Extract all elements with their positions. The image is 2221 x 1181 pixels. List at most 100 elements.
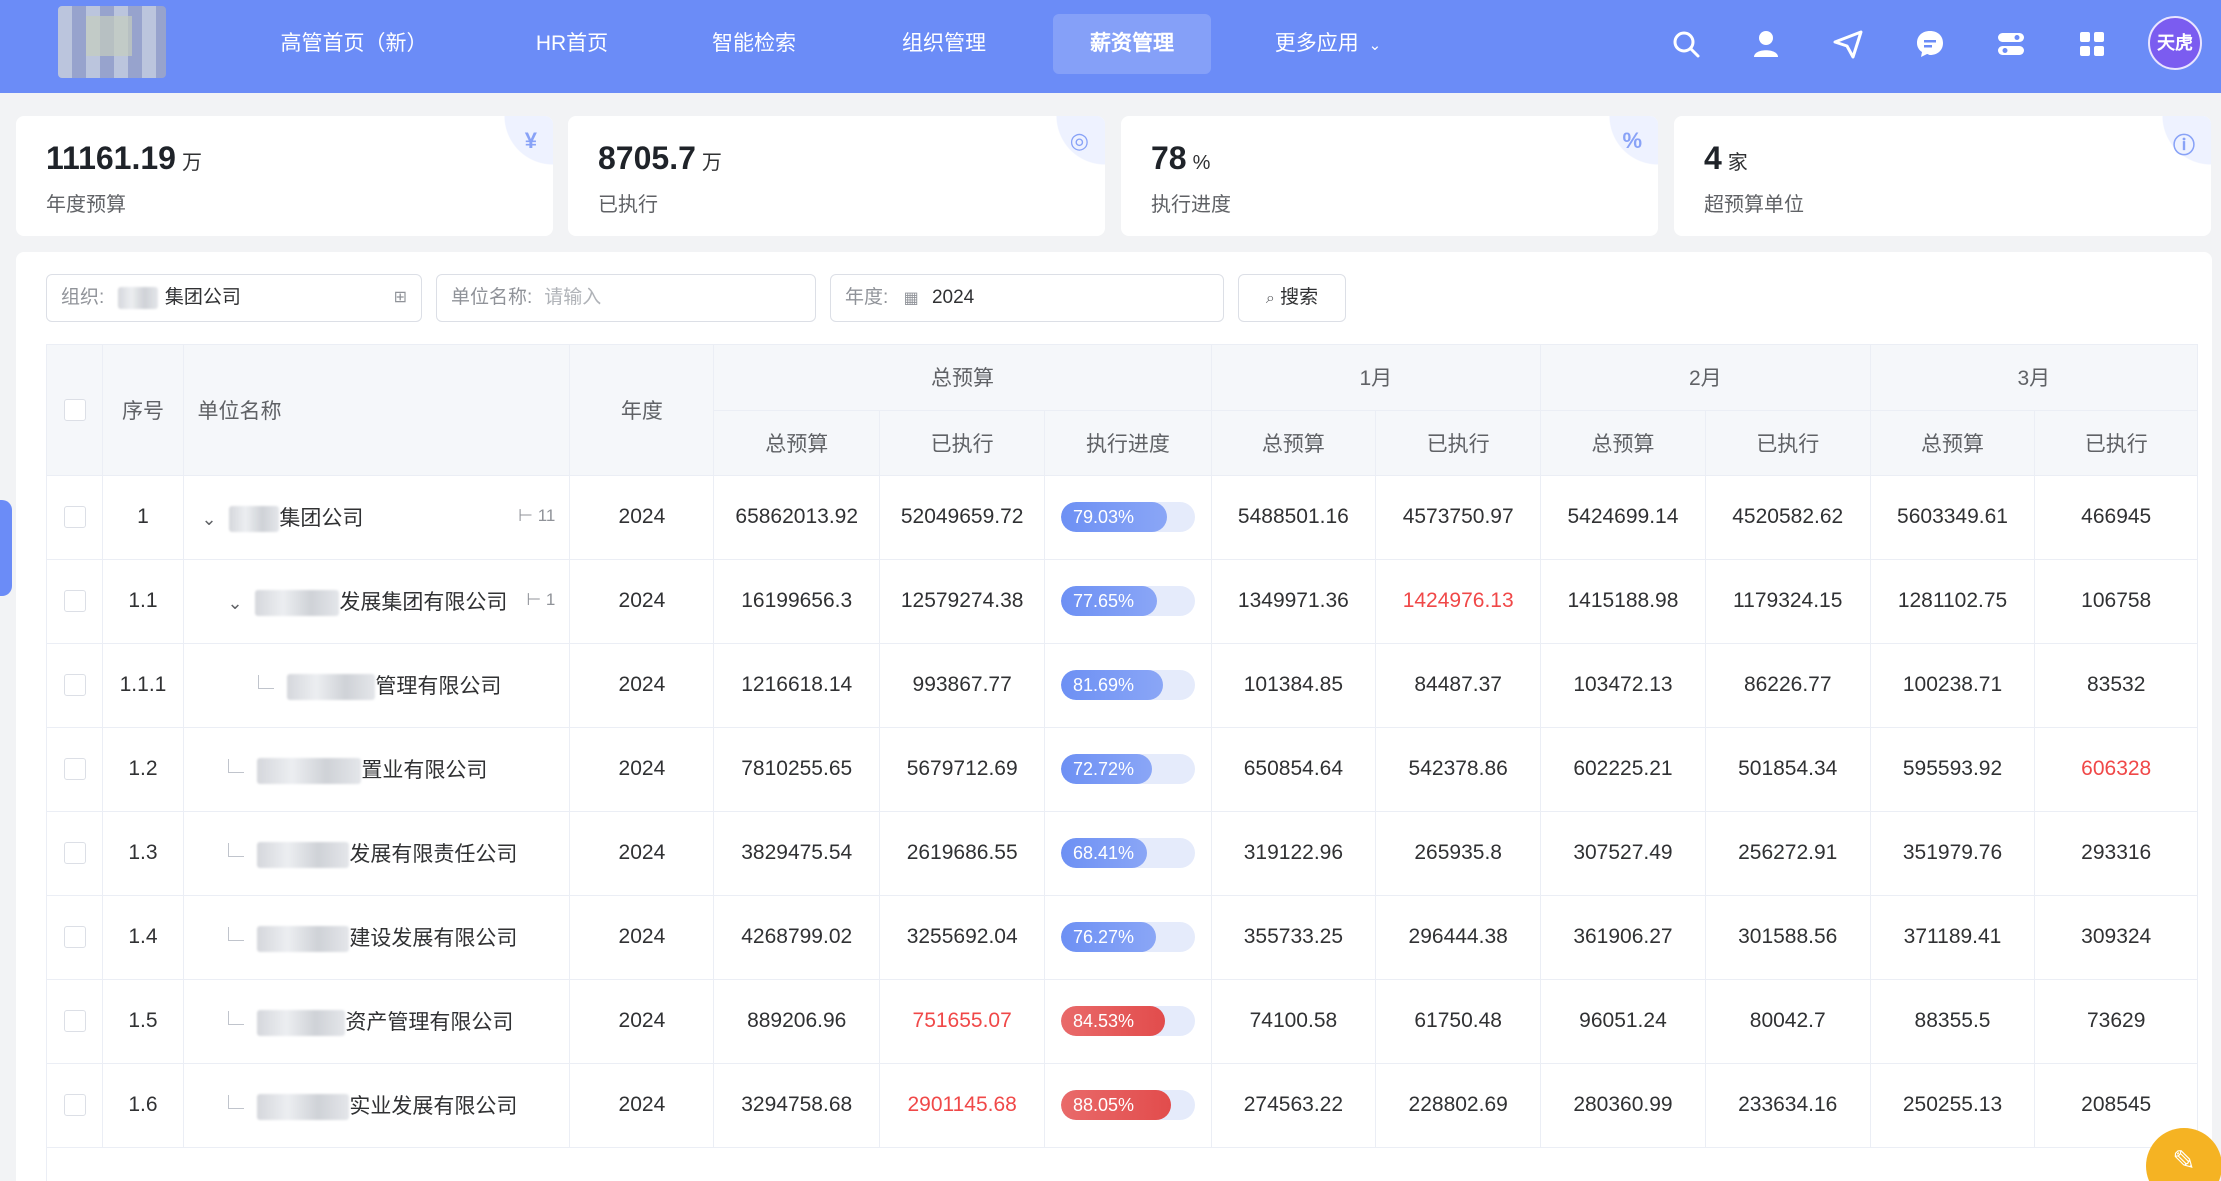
cell-mar-executed: 106758	[2034, 559, 2198, 644]
table-row[interactable]: 1.1 ⌄ 发展集团有限公司 ⊢ 1 2024 16199656.3 12579…	[47, 559, 2198, 644]
cell-year: 2024	[569, 727, 715, 812]
apps-grid-icon[interactable]	[2076, 28, 2108, 60]
search-button[interactable]: ⌕ 搜索	[1238, 274, 1346, 322]
row-checkbox[interactable]	[63, 674, 86, 697]
row-checkbox[interactable]	[63, 758, 86, 781]
cell-mar-executed: 309324	[2034, 895, 2198, 980]
unit-name-label: 单位名称:	[451, 287, 533, 308]
col-seq: 序号	[102, 345, 184, 476]
cell-jan-executed: 296444.38	[1375, 895, 1542, 980]
chat-icon[interactable]	[1914, 28, 1946, 60]
col-jan-executed: 已执行	[1375, 410, 1542, 476]
cell-feb-budget: 5424699.14	[1540, 475, 1706, 560]
search-icon[interactable]	[1670, 28, 1702, 60]
chevron-down-icon[interactable]: ⌄	[202, 509, 224, 530]
stat-value: 4	[1704, 140, 1722, 176]
cell-jan-executed: 61750.48	[1375, 979, 1542, 1064]
stat-label: 执行进度	[1151, 194, 1231, 216]
progress-bar: 81.69%	[1060, 670, 1195, 700]
child-count: 1	[545, 589, 556, 609]
select-all-checkbox[interactable]	[63, 399, 86, 422]
cell-unit-name: ⌄ 集团公司 ⊢ 11	[183, 475, 571, 560]
cell-executed: 2619686.55	[879, 811, 1046, 896]
cell-jan-budget: 355733.25	[1211, 895, 1377, 980]
row-checkbox[interactable]	[63, 926, 86, 949]
table-row[interactable]: 1 ⌄ 集团公司 ⊢ 11 2024 65862013.92 52049659.…	[47, 475, 2198, 560]
col-group-total: 总预算	[713, 345, 1212, 411]
row-checkbox[interactable]	[63, 590, 86, 613]
progress-bar: 79.03%	[1060, 502, 1195, 532]
col-total-budget: 总预算	[713, 410, 880, 476]
progress-text: 84.53%	[1072, 1011, 1134, 1031]
unit-name-field[interactable]: 单位名称: 请输入	[436, 274, 816, 322]
cell-feb-budget: 96051.24	[1540, 979, 1706, 1064]
progress-text: 76.27%	[1072, 927, 1134, 947]
col-group-jan: 1月	[1211, 345, 1542, 411]
progress-bar: 84.53%	[1060, 1006, 1195, 1036]
unit-name-text: 发展有限责任公司	[349, 842, 518, 866]
progress-text: 79.03%	[1072, 507, 1134, 527]
cell-feb-executed: 1179324.15	[1705, 559, 1871, 644]
cell-seq: 1.4	[102, 895, 184, 980]
stat-card-progress: 78% 执行进度 %	[1121, 116, 1658, 236]
side-drawer-handle[interactable]	[0, 500, 12, 596]
stat-unit: %	[1192, 152, 1211, 174]
stat-value: 8705.7	[598, 140, 696, 176]
top-navbar: 高管首页（新） HR首页 智能检索 组织管理 薪资管理 更多应用 ⌄ 天虎	[0, 0, 2221, 93]
table-row[interactable]: 1.3 发展有限责任公司 2024 3829475.54 2619686.55 …	[47, 811, 2198, 896]
user-icon[interactable]	[1750, 28, 1782, 60]
progress-text: 68.41%	[1072, 843, 1134, 863]
toggle-settings-icon[interactable]	[1995, 28, 2027, 60]
stat-value: 78	[1151, 140, 1187, 176]
cell-feb-budget: 307527.49	[1540, 811, 1706, 896]
progress-bar: 76.27%	[1060, 922, 1195, 952]
row-checkbox[interactable]	[63, 842, 86, 865]
tree-branch-line	[227, 927, 244, 942]
chevron-down-icon[interactable]: ⌄	[228, 593, 250, 614]
cell-jan-budget: 1349971.36	[1211, 559, 1377, 644]
org-tree-icon: ⊞	[393, 289, 407, 306]
col-group-mar: 3月	[1870, 345, 2198, 411]
cell-mar-budget: 88355.5	[1870, 979, 2036, 1064]
unit-name-placeholder: 请输入	[544, 287, 602, 308]
row-checkbox[interactable]	[63, 1010, 86, 1033]
nav-hr-home[interactable]: HR首页	[520, 14, 624, 74]
table-row[interactable]: 1.6 实业发展有限公司 2024 3294758.68 2901145.68 …	[47, 1063, 2198, 1148]
cell-mar-budget: 1281102.75	[1870, 559, 2036, 644]
tree-branch-line	[257, 675, 274, 690]
row-checkbox[interactable]	[63, 1094, 86, 1117]
percent-icon: %	[1622, 128, 1642, 153]
table-row[interactable]: 1.5 资产管理有限公司 2024 889206.96 751655.07 84…	[47, 979, 2198, 1064]
col-jan-budget: 总预算	[1211, 410, 1377, 476]
nav-smart-search[interactable]: 智能检索	[694, 14, 814, 74]
cell-jan-executed: 542378.86	[1375, 727, 1542, 812]
chevron-down-icon: ⌄	[1368, 37, 1382, 54]
nav-more-apps[interactable]: 更多应用 ⌄	[1268, 14, 1388, 74]
select-all-header	[47, 345, 104, 476]
company-logo[interactable]	[58, 6, 166, 78]
table-row[interactable]: 1.2 置业有限公司 2024 7810255.65 5679712.69 72…	[47, 727, 2198, 812]
table-row[interactable]: 1.4 建设发展有限公司 2024 4268799.02 3255692.04 …	[47, 895, 2198, 980]
nav-exec-home[interactable]: 高管首页（新）	[270, 14, 438, 74]
cell-feb-budget: 1415188.98	[1540, 559, 1706, 644]
nav-org-management[interactable]: 组织管理	[884, 14, 1004, 74]
cell-jan-executed: 228802.69	[1375, 1063, 1542, 1148]
cell-mar-budget: 371189.41	[1870, 895, 2036, 980]
cell-mar-executed: 466945	[2034, 475, 2198, 560]
nav-payroll-management[interactable]: 薪资管理	[1053, 14, 1211, 74]
cell-jan-executed: 84487.37	[1375, 643, 1542, 728]
org-select[interactable]: 组织: 集团公司 ⊞	[46, 274, 422, 322]
progress-bar: 68.41%	[1060, 838, 1195, 868]
cell-feb-executed: 233634.16	[1705, 1063, 1871, 1148]
send-icon[interactable]	[1832, 28, 1864, 60]
col-progress: 执行进度	[1044, 410, 1212, 476]
stat-unit: 万	[701, 152, 722, 174]
yuan-icon: ¥	[524, 128, 537, 153]
row-checkbox[interactable]	[63, 506, 86, 529]
year-picker[interactable]: 年度: ▦ 2024	[830, 274, 1224, 322]
table-row[interactable]: 1.1.1 管理有限公司 2024 1216618.14 993867.77 8…	[47, 643, 2198, 728]
unit-name-text: 建设发展有限公司	[349, 926, 518, 950]
avatar[interactable]: 天虎	[2148, 16, 2202, 70]
cell-budget: 7810255.65	[713, 727, 880, 812]
cell-executed: 5679712.69	[879, 727, 1046, 812]
